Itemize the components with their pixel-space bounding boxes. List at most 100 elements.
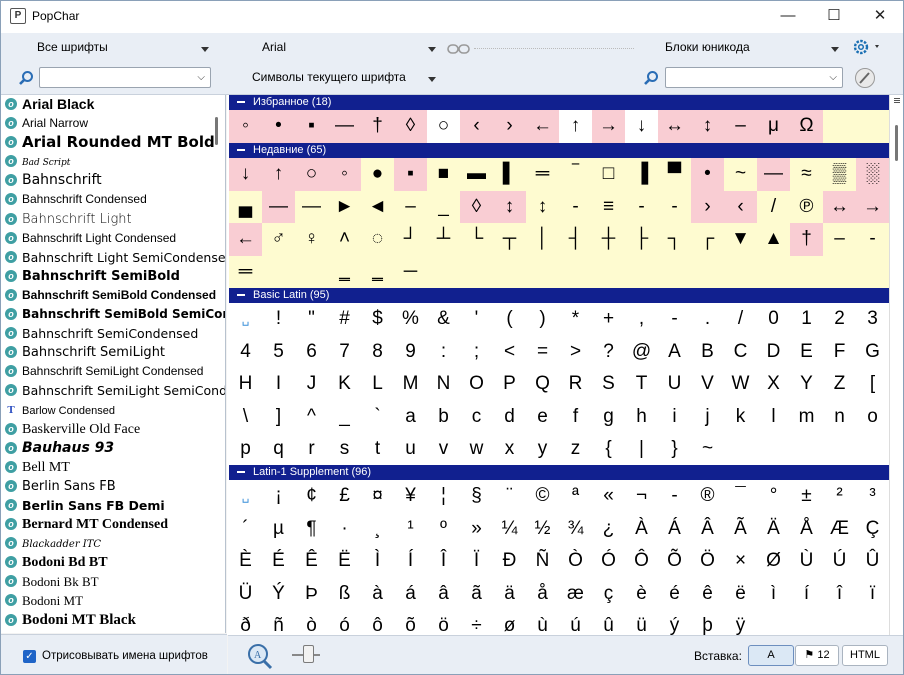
character-cell[interactable]: ▪ — [394, 158, 427, 191]
character-cell[interactable]: ² — [823, 480, 856, 513]
character-cell[interactable]: ¸ — [361, 513, 394, 546]
font-list-item[interactable]: o Bahnschrift SemiLight SemiCond — [1, 381, 225, 400]
character-cell[interactable]: ├ — [625, 223, 658, 256]
scroll-thumb[interactable] — [895, 125, 898, 161]
character-cell[interactable]: × — [724, 545, 757, 578]
character-cell[interactable]: _ — [328, 401, 361, 434]
font-list-item[interactable]: o Bell MT — [1, 458, 225, 477]
character-cell[interactable]: @ — [625, 336, 658, 369]
character-cell[interactable]: ñ — [262, 610, 295, 635]
character-cell[interactable]: │ — [526, 223, 559, 256]
character-cell[interactable]: 6 — [295, 336, 328, 369]
font-list-item[interactable]: o Bahnschrift SemiLight — [1, 343, 225, 362]
character-cell[interactable]: Ò — [559, 545, 592, 578]
character-cell[interactable]: ê — [691, 578, 724, 611]
character-cell[interactable]: ÿ — [724, 610, 757, 635]
character-cell[interactable]: ● — [361, 158, 394, 191]
character-cell[interactable]: ½ — [526, 513, 559, 546]
character-cell[interactable]: ¦ — [427, 480, 460, 513]
character-cell[interactable]: ○ — [295, 158, 328, 191]
character-cell[interactable]: Á — [658, 513, 691, 546]
font-list-item[interactable]: o Bodoni MT — [1, 591, 225, 610]
character-cell[interactable]: ^ — [295, 401, 328, 434]
character-cell[interactable]: → — [856, 190, 889, 223]
character-cell[interactable]: ö — [427, 610, 460, 635]
character-cell[interactable]: ← — [526, 110, 559, 143]
character-cell[interactable]: ˄ — [328, 223, 361, 256]
character-cell[interactable]: — — [328, 110, 361, 143]
character-cell[interactable]: - — [856, 223, 889, 256]
character-cell[interactable]: I — [262, 368, 295, 401]
character-cell[interactable]: x — [493, 433, 526, 466]
character-cell[interactable]: õ — [394, 610, 427, 635]
chevron-down-icon[interactable]: ⌵ — [829, 72, 837, 83]
character-cell[interactable]: = — [526, 336, 559, 369]
character-cell[interactable]: ◦ — [328, 158, 361, 191]
character-cell[interactable]: ã — [460, 578, 493, 611]
character-cell[interactable]: ␣ — [229, 480, 262, 513]
insert-as-character-button[interactable]: A — [748, 645, 794, 666]
character-cell[interactable]: ↓ — [229, 158, 262, 191]
character-cell[interactable]: þ — [691, 610, 724, 635]
character-cell[interactable]: P — [493, 368, 526, 401]
character-cell[interactable]: Õ — [658, 545, 691, 578]
character-cell[interactable]: Ú — [823, 545, 856, 578]
character-cell[interactable]: — — [262, 190, 295, 223]
character-cell[interactable]: À — [625, 513, 658, 546]
character-cell[interactable]: " — [295, 303, 328, 336]
character-cell[interactable]: , — [625, 303, 658, 336]
section-header[interactable]: Basic Latin (95) — [229, 288, 889, 303]
character-cell[interactable]: e — [526, 401, 559, 434]
font-list-item[interactable]: o Bahnschrift Light SemiCondense — [1, 248, 225, 267]
character-cell[interactable]: û — [592, 610, 625, 635]
character-cell[interactable]: ◄ — [361, 191, 394, 224]
character-cell[interactable]: • — [262, 110, 295, 143]
character-cell[interactable]: d — [493, 401, 526, 434]
character-cell[interactable]: ○ — [427, 110, 460, 143]
character-cell[interactable]: * — [559, 303, 592, 336]
character-cell[interactable]: ü — [625, 610, 658, 635]
font-list-item[interactable]: o Bahnschrift — [1, 171, 225, 190]
character-cell[interactable]: g — [592, 401, 625, 434]
character-cell[interactable]: ▐ — [625, 158, 658, 191]
character-cell[interactable]: · — [328, 513, 361, 546]
character-cell[interactable]: | — [625, 433, 658, 466]
character-cell[interactable]: ® — [691, 480, 724, 513]
character-cell[interactable]: ◌ — [361, 223, 394, 256]
font-list-item[interactable]: o Bahnschrift Condensed — [1, 190, 225, 209]
character-cell[interactable]: E — [790, 336, 823, 369]
character-cell[interactable]: ◦ — [229, 110, 262, 143]
character-cell[interactable]: ↔ — [658, 110, 691, 143]
search-input-right[interactable]: ⌵ — [665, 67, 843, 88]
section-header[interactable]: Недавние (65) — [229, 143, 889, 158]
character-cell[interactable]: U — [658, 368, 691, 401]
character-cell[interactable]: w — [460, 433, 493, 466]
character-cell[interactable]: / — [757, 191, 790, 224]
character-cell[interactable]: ï — [856, 578, 889, 611]
chevron-down-icon[interactable]: ⌵ — [197, 72, 205, 83]
font-list-item[interactable]: o Bahnschrift Light Condensed — [1, 229, 225, 248]
search-icon[interactable] — [18, 70, 34, 86]
character-cell[interactable]: Ë — [328, 545, 361, 578]
character-cell[interactable]: ! — [262, 303, 295, 336]
character-cell[interactable]: ¶ — [295, 513, 328, 546]
character-cell[interactable]: ♀ — [295, 223, 328, 256]
collapse-icon[interactable] — [237, 471, 245, 473]
character-cell[interactable]: Ì — [361, 545, 394, 578]
character-cell[interactable]: ┼ — [592, 223, 625, 256]
character-cell[interactable]: £ — [328, 480, 361, 513]
character-cell[interactable]: Ø — [757, 545, 790, 578]
character-cell[interactable]: L — [361, 368, 394, 401]
character-cell[interactable]: › — [691, 190, 724, 223]
character-cell[interactable]: f — [559, 401, 592, 434]
character-cell[interactable]: ó — [328, 610, 361, 635]
character-cell[interactable]: ä — [493, 578, 526, 611]
character-cell[interactable]: ─ — [394, 256, 427, 289]
search-input-left[interactable]: ⌵ — [39, 67, 211, 88]
character-cell[interactable]: Ï — [460, 545, 493, 578]
character-cell[interactable]: D — [757, 336, 790, 369]
character-cell[interactable]: 7 — [328, 336, 361, 369]
character-cell[interactable]: S — [592, 368, 625, 401]
character-cell[interactable]: ▒ — [823, 158, 856, 191]
character-cell[interactable]: ═ — [229, 256, 262, 289]
